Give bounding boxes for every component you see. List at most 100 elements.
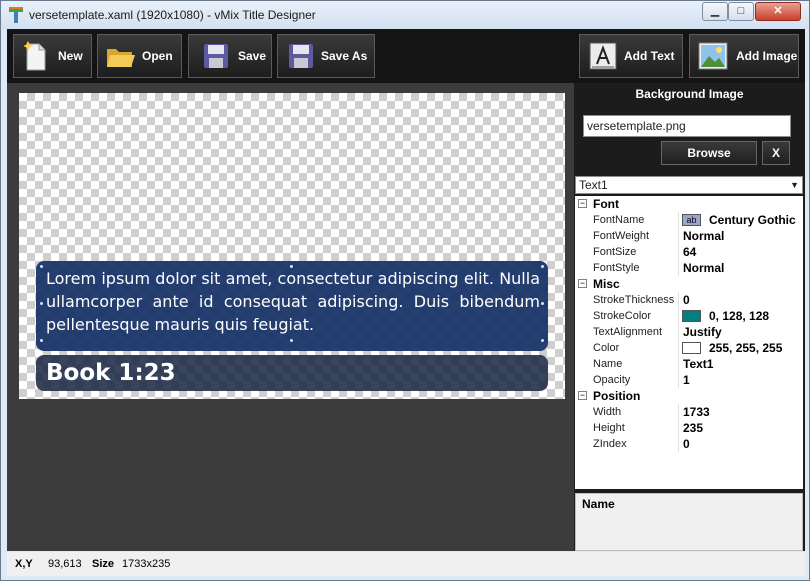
property-row-fontname[interactable]: FontName ab Century Gothic — [575, 212, 803, 228]
folder-open-icon — [107, 49, 135, 67]
font-icon: ab — [682, 214, 701, 226]
new-label: New — [58, 49, 83, 63]
work-area: Lorem ipsum dolor sit amet, consectetur … — [7, 83, 574, 551]
property-value[interactable]: 255, 255, 255 — [709, 340, 782, 356]
category-label: Position — [593, 389, 641, 403]
element-select-value: Text1 — [579, 178, 608, 192]
property-key: FontWeight — [593, 228, 679, 244]
category-misc[interactable]: − Misc — [575, 276, 803, 292]
property-key: FontSize — [593, 244, 679, 260]
background-image-title: Background Image — [635, 87, 744, 101]
property-value[interactable]: 0 — [683, 436, 690, 452]
new-file-icon — [24, 41, 46, 71]
property-value[interactable]: 0, 128, 128 — [709, 308, 769, 324]
new-button[interactable]: New — [13, 34, 92, 78]
save-as-button[interactable]: Save As — [277, 34, 375, 78]
property-value[interactable]: 1733 — [683, 404, 710, 420]
add-image-button[interactable]: Add Image — [689, 34, 799, 78]
picture-icon — [698, 42, 728, 70]
resize-handle[interactable] — [541, 339, 544, 342]
property-row-height[interactable]: Height 235 — [575, 420, 803, 436]
save-button[interactable]: Save — [188, 34, 272, 78]
category-label: Font — [593, 197, 619, 211]
property-value[interactable]: 1 — [683, 372, 690, 388]
window-title: versetemplate.xaml (1920x1080) - vMix Ti… — [29, 8, 316, 22]
property-value[interactable]: 235 — [683, 420, 703, 436]
floppy-save-icon — [204, 44, 228, 68]
text-frame-icon — [589, 42, 617, 70]
property-description: Name — [575, 493, 803, 551]
close-button[interactable]: ✕ — [755, 2, 801, 21]
resize-handle[interactable] — [40, 265, 43, 268]
add-text-label: Add Text — [624, 49, 675, 63]
property-value[interactable]: 0 — [683, 292, 690, 308]
property-row-opacity[interactable]: Opacity 1 — [575, 372, 803, 388]
floppy-save-as-icon — [289, 44, 313, 68]
resize-handle[interactable] — [40, 339, 43, 342]
open-button[interactable]: Open — [97, 34, 182, 78]
property-value[interactable]: Normal — [683, 228, 724, 244]
property-value[interactable]: Justify — [683, 324, 722, 340]
resize-handle[interactable] — [541, 302, 544, 305]
property-key: Name — [593, 356, 679, 372]
resize-handle[interactable] — [541, 265, 544, 268]
property-key: Width — [593, 404, 679, 420]
property-key: StrokeColor — [593, 308, 679, 324]
resize-handle[interactable] — [40, 302, 43, 305]
add-text-button[interactable]: Add Text — [579, 34, 683, 78]
title-canvas[interactable]: Lorem ipsum dolor sit amet, consectetur … — [19, 93, 565, 399]
property-row-zindex[interactable]: ZIndex 0 — [575, 436, 803, 452]
category-font[interactable]: − Font — [575, 196, 803, 212]
property-description-title: Name — [582, 497, 615, 511]
browse-button[interactable]: Browse — [661, 141, 757, 165]
collapse-icon[interactable]: − — [578, 199, 587, 208]
minimize-button[interactable]: ▁ — [702, 2, 728, 21]
property-value[interactable]: Century Gothic — [709, 212, 796, 228]
background-image-field[interactable]: versetemplate.png — [583, 115, 791, 137]
close-icon: ✕ — [773, 5, 783, 17]
verse-text-element[interactable]: Lorem ipsum dolor sit amet, consectetur … — [36, 261, 548, 351]
verse-text: Lorem ipsum dolor sit amet, consectetur … — [46, 269, 540, 334]
property-value[interactable]: 64 — [683, 244, 696, 260]
color-swatch[interactable] — [682, 342, 701, 354]
resize-handle[interactable] — [290, 265, 293, 268]
title-bar: versetemplate.xaml (1920x1080) - vMix Ti… — [1, 1, 809, 29]
minimize-icon: ▁ — [710, 5, 720, 17]
size-label: Size — [92, 558, 115, 570]
maximize-button[interactable]: □ — [728, 2, 754, 21]
clear-background-button[interactable]: X — [762, 141, 790, 165]
category-position[interactable]: − Position — [575, 388, 803, 404]
dropdown-arrow-icon: ▼ — [790, 180, 799, 190]
property-value[interactable]: Normal — [683, 260, 724, 276]
property-key: Height — [593, 420, 679, 436]
property-key: Opacity — [593, 372, 679, 388]
collapse-icon[interactable]: − — [578, 279, 587, 288]
property-key: Color — [593, 340, 679, 356]
xy-value: 93,613 — [48, 558, 82, 570]
property-row-fontweight[interactable]: FontWeight Normal — [575, 228, 803, 244]
xy-label: X,Y — [15, 558, 33, 570]
property-row-name[interactable]: Name Text1 — [575, 356, 803, 372]
property-row-fontsize[interactable]: FontSize 64 — [575, 244, 803, 260]
property-grid: − Font FontName ab Century Gothic FontWe… — [575, 196, 803, 489]
resize-handle[interactable] — [290, 339, 293, 342]
status-bar: X,Y 93,613 Size 1733x235 — [7, 552, 805, 576]
property-row-color[interactable]: Color 255, 255, 255 — [575, 340, 803, 356]
collapse-icon[interactable]: − — [578, 391, 587, 400]
element-select[interactable]: Text1 ▼ — [575, 176, 803, 194]
property-key: TextAlignment — [593, 324, 679, 340]
reference-text: Book 1:23 — [46, 360, 176, 386]
property-row-strokethickness[interactable]: StrokeThickness 0 — [575, 292, 803, 308]
toolbar: New Open Save Save As Add Text Add Image — [7, 29, 805, 83]
reference-text-element[interactable]: Book 1:23 — [36, 355, 548, 391]
app-icon — [9, 7, 23, 23]
property-row-fontstyle[interactable]: FontStyle Normal — [575, 260, 803, 276]
save-as-label: Save As — [321, 49, 368, 63]
property-row-width[interactable]: Width 1733 — [575, 404, 803, 420]
right-panel: Background Image versetemplate.png Brows… — [574, 83, 805, 551]
property-key: StrokeThickness — [593, 292, 679, 308]
stroke-color-swatch[interactable] — [682, 310, 701, 322]
property-row-strokecolor[interactable]: StrokeColor 0, 128, 128 — [575, 308, 803, 324]
property-row-textalignment[interactable]: TextAlignment Justify — [575, 324, 803, 340]
property-value[interactable]: Text1 — [683, 356, 713, 372]
